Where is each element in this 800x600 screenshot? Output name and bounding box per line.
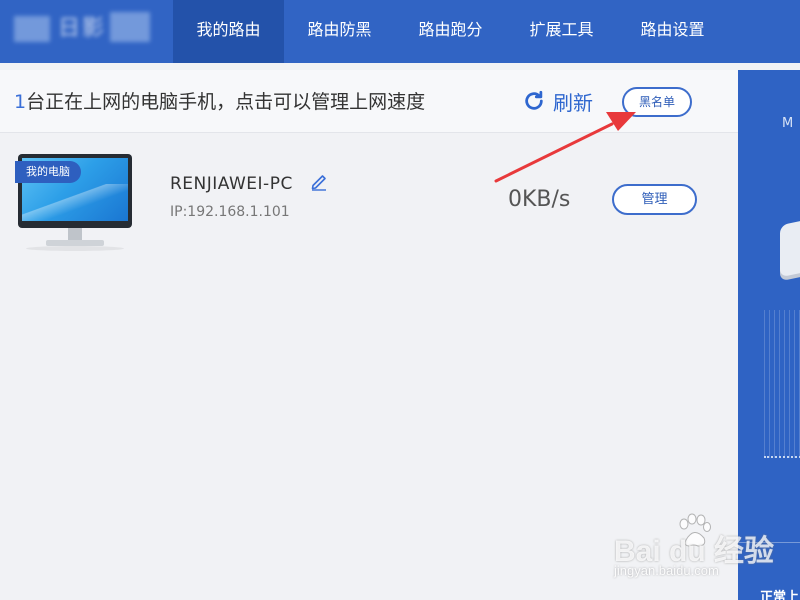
top-navigation-bar: 日影 我的路由 路由防黑 路由跑分 扩展工具 路由设置 <box>0 0 800 63</box>
online-devices-description: 台正在上网的电脑手机，点击可以管理上网速度 <box>26 91 426 113</box>
nav-tab-router-protection[interactable]: 路由防黑 <box>284 0 395 63</box>
panel-top-text: M <box>782 116 794 131</box>
blacklist-button[interactable]: 黑名单 <box>622 87 692 117</box>
panel-status-text: 正常上 <box>760 590 800 600</box>
main-nav: 我的路由 路由防黑 路由跑分 扩展工具 路由设置 <box>173 0 728 63</box>
nav-tab-my-router[interactable]: 我的路由 <box>173 0 284 63</box>
edit-name-pencil-icon[interactable] <box>309 171 329 191</box>
baidu-jingyan-watermark: Bai du 经验 jingyan.baidu.com <box>612 512 792 584</box>
device-speed: 0KB/s <box>508 187 571 212</box>
nav-tab-router-settings[interactable]: 路由设置 <box>617 0 728 63</box>
my-computer-tag: 我的电脑 <box>15 161 81 183</box>
nav-tab-router-benchmark[interactable]: 路由跑分 <box>395 0 506 63</box>
device-ip-address: IP:192.168.1.101 <box>170 204 290 220</box>
watermark-url: jingyan.baidu.com <box>614 563 719 578</box>
online-devices-header: 1台正在上网的电脑手机，点击可以管理上网速度 刷新 黑名单 <box>0 70 738 133</box>
app-logo: 日影 <box>14 12 164 46</box>
refresh-label: 刷新 <box>553 90 593 115</box>
router-device-icon <box>780 214 800 278</box>
nav-tab-extension-tools[interactable]: 扩展工具 <box>506 0 617 63</box>
traffic-graph <box>764 310 800 458</box>
manage-button[interactable]: 管理 <box>612 184 697 215</box>
device-name: RENJIAWEI-PC <box>170 174 293 194</box>
online-devices-summary: 1台正在上网的电脑手机，点击可以管理上网速度 <box>14 87 425 114</box>
refresh-button[interactable]: 刷新 <box>523 86 593 116</box>
online-device-count: 1 <box>14 91 27 113</box>
refresh-icon <box>525 90 543 110</box>
